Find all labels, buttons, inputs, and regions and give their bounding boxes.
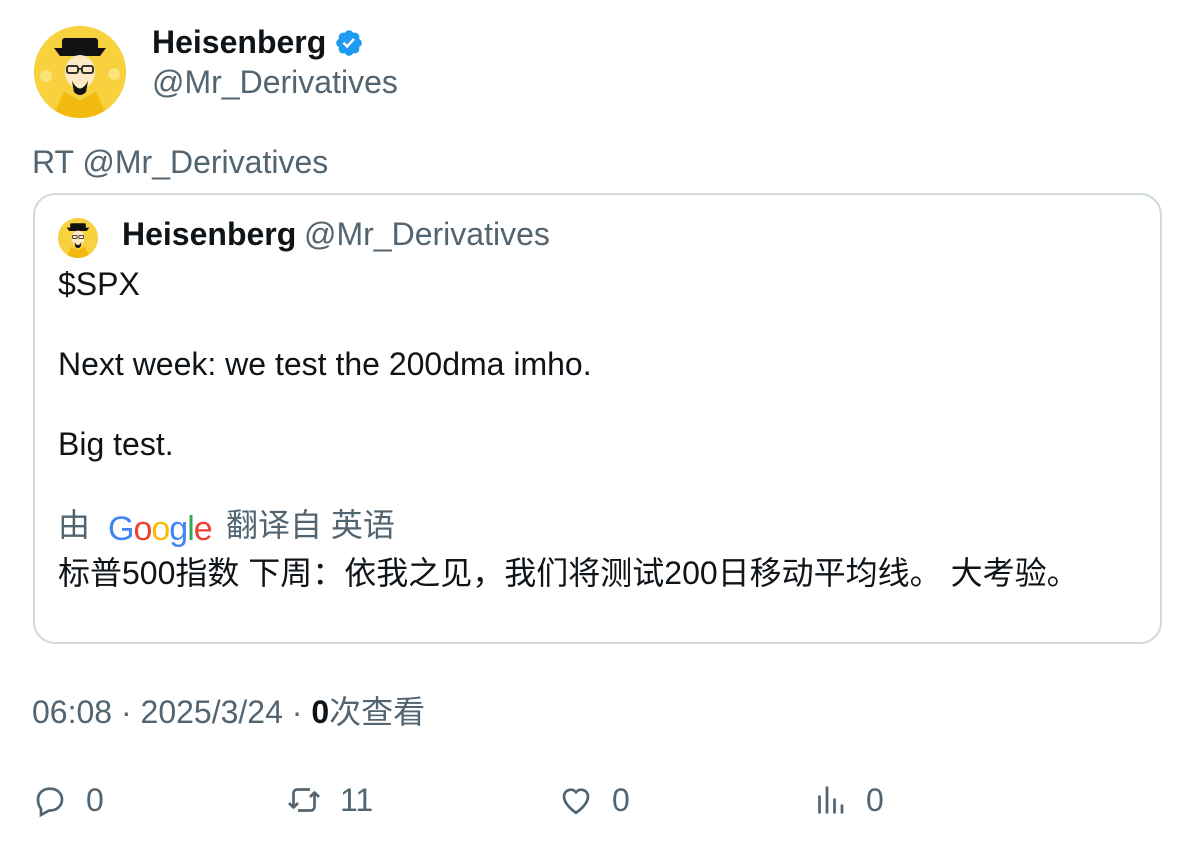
heisenberg-avatar-icon xyxy=(58,218,98,258)
retweet-label: RT @Mr_Derivatives xyxy=(32,144,329,180)
views-label: 次查看 xyxy=(329,694,426,730)
reply-icon xyxy=(36,787,64,818)
heart-icon xyxy=(562,788,590,815)
author-name[interactable]: Heisenberg xyxy=(152,22,326,62)
quoted-author-name[interactable]: Heisenberg xyxy=(122,214,296,254)
quoted-text-line: $SPX xyxy=(58,266,140,302)
author-avatar[interactable] xyxy=(34,26,126,118)
tweet-date[interactable]: 2025/3/24 xyxy=(141,694,283,730)
google-logo: Google xyxy=(108,510,213,548)
reply-count: 0 xyxy=(86,781,104,818)
quoted-text-line: Next week: we test the 200dma imho. xyxy=(58,346,592,382)
retweet-count: 11 xyxy=(340,781,374,818)
retweet-icon xyxy=(288,788,320,812)
retweet-button[interactable]: 11 xyxy=(286,778,373,822)
like-count: 0 xyxy=(612,781,630,818)
like-button[interactable]: 0 xyxy=(558,778,630,822)
views-button[interactable]: 0 xyxy=(812,778,884,822)
author-handle[interactable]: @Mr_Derivatives xyxy=(152,62,398,102)
tweet-time[interactable]: 06:08 xyxy=(32,694,112,730)
translation-by-label: 由 xyxy=(58,507,91,543)
tweet-meta: 06:08 · 2025/3/24 · 0次查看 xyxy=(32,692,425,732)
analytics-icon xyxy=(818,786,844,814)
reply-button[interactable]: 0 xyxy=(32,778,104,822)
views-action-count: 0 xyxy=(866,781,884,818)
views-count: 0 xyxy=(311,694,330,730)
quoted-author-avatar[interactable] xyxy=(58,218,98,258)
translated-text: 标普500指数 下周：依我之见，我们将测试200日移动平均线。 大考验。 xyxy=(58,555,1079,591)
verified-badge-icon xyxy=(336,30,362,56)
translation-source-language: 翻译自 英语 xyxy=(226,507,395,543)
meta-separator: · xyxy=(291,694,303,730)
heisenberg-avatar-icon xyxy=(34,26,126,118)
quoted-text-line: Big test. xyxy=(58,426,174,462)
meta-separator: · xyxy=(120,694,132,730)
quoted-author-handle[interactable]: @Mr_Derivatives xyxy=(304,214,550,254)
